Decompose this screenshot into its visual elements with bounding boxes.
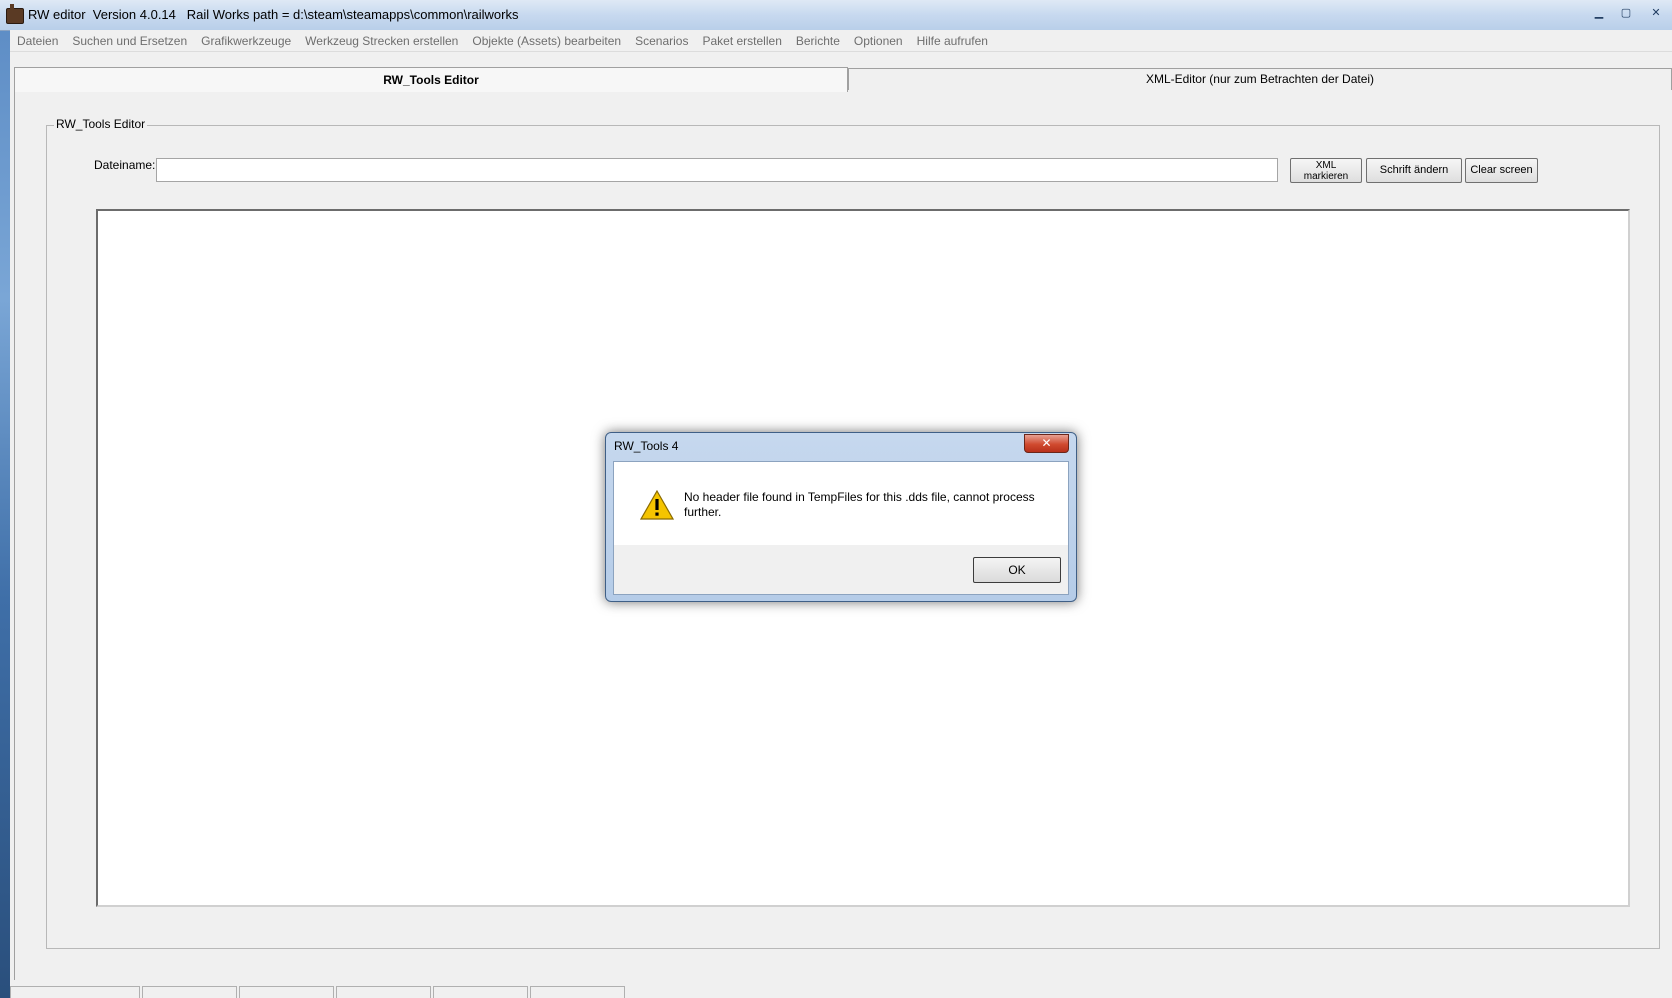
menu-werkzeug-strecken[interactable]: Werkzeug Strecken erstellen <box>298 31 465 51</box>
dialog-close-button[interactable]: ✕ <box>1024 434 1069 453</box>
xml-mark-button[interactable]: XML markieren <box>1290 158 1362 183</box>
menu-objekte-bearbeiten[interactable]: Objekte (Assets) bearbeiten <box>465 31 628 51</box>
ok-button[interactable]: OK <box>973 557 1061 583</box>
title-bar[interactable]: RW editor Version 4.0.14 Rail Works path… <box>0 0 1672 31</box>
menu-paket-erstellen[interactable]: Paket erstellen <box>695 31 788 51</box>
app-icon <box>6 4 24 24</box>
change-font-button[interactable]: Schrift ändern <box>1366 158 1462 183</box>
minimize-button[interactable]: ▁ <box>1587 4 1611 21</box>
xml-mark-button-line1: XML <box>1315 159 1337 171</box>
dialog-title: RW_Tools 4 <box>614 439 679 453</box>
bottom-tab-2[interactable] <box>142 986 237 998</box>
maximize-button[interactable]: ▢ <box>1614 4 1638 21</box>
tab-xml-editor[interactable]: XML-Editor (nur zum Betrachten der Datei… <box>848 68 1672 90</box>
dialog-message: No header file found in TempFiles for th… <box>684 490 1035 519</box>
menu-suchen-ersetzen[interactable]: Suchen und Ersetzen <box>65 31 194 51</box>
bottom-tab-5[interactable] <box>433 986 528 998</box>
filename-input[interactable] <box>156 158 1278 182</box>
desktop-background <box>0 0 10 998</box>
warning-icon <box>640 490 674 520</box>
menu-berichte[interactable]: Berichte <box>789 31 847 51</box>
window-title: RW editor Version 4.0.14 Rail Works path… <box>28 7 519 22</box>
message-dialog: RW_Tools 4 ✕ No header file found in Tem… <box>605 432 1077 602</box>
menu-optionen[interactable]: Optionen <box>847 31 910 51</box>
menu-bar: Dateien Suchen und Ersetzen Grafikwerkze… <box>10 30 1672 52</box>
dialog-footer: OK <box>614 545 1068 594</box>
filename-label: Dateiname: <box>94 158 156 172</box>
bottom-tab-3[interactable] <box>239 986 334 998</box>
bottom-tab-1[interactable] <box>10 986 140 998</box>
tab-rw-tools-editor[interactable]: RW_Tools Editor <box>14 67 848 92</box>
menu-dateien[interactable]: Dateien <box>10 31 65 51</box>
close-window-button[interactable]: ✕ <box>1644 4 1668 21</box>
menu-scenarios[interactable]: Scenarios <box>628 31 695 51</box>
bottom-tab-6[interactable] <box>530 986 625 998</box>
dialog-body: No header file found in TempFiles for th… <box>613 461 1069 595</box>
menu-hilfe[interactable]: Hilfe aufrufen <box>910 31 995 51</box>
clear-screen-button[interactable]: Clear screen <box>1465 158 1538 183</box>
menu-grafikwerkzeuge[interactable]: Grafikwerkzeuge <box>194 31 298 51</box>
bottom-tab-4[interactable] <box>336 986 431 998</box>
xml-mark-button-line2: markieren <box>1303 170 1349 182</box>
groupbox-label: RW_Tools Editor <box>54 117 148 131</box>
